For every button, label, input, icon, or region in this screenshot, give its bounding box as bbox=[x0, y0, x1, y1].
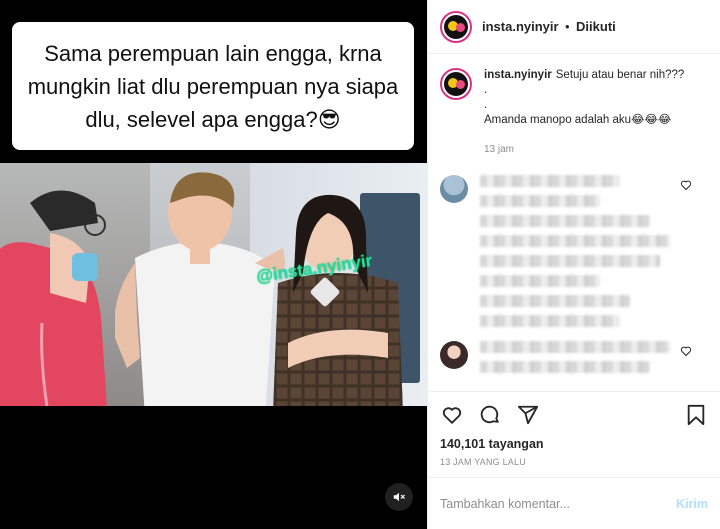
video-caption-box: Sama perempuan lain engga, krna mungkin … bbox=[12, 22, 414, 150]
post-header: insta.nyinyir • Diikuti bbox=[428, 0, 720, 54]
blurred-text bbox=[480, 341, 670, 353]
post-timestamp[interactable]: 13 JAM YANG LALU bbox=[428, 451, 720, 477]
post-caption: insta.nyinyir Setuju atau benar nih??? . … bbox=[440, 68, 708, 157]
comment-like-icon[interactable] bbox=[680, 179, 692, 191]
comment-item bbox=[440, 175, 708, 327]
blurred-comment-content bbox=[480, 341, 708, 373]
post-viewer: Sama perempuan lain engga, krna mungkin … bbox=[0, 0, 720, 529]
author-avatar[interactable] bbox=[440, 10, 472, 43]
person-left-figure bbox=[0, 190, 107, 406]
blurred-text bbox=[480, 195, 600, 207]
blurred-text bbox=[480, 315, 620, 327]
view-count[interactable]: 140,101 tayangan bbox=[428, 437, 720, 451]
heart-icon bbox=[442, 406, 462, 424]
blurred-text bbox=[480, 175, 620, 187]
author-avatar-image bbox=[444, 14, 468, 39]
blurred-comment-content bbox=[480, 175, 708, 327]
comment-like-icon[interactable] bbox=[680, 345, 692, 357]
commenter-avatar[interactable] bbox=[440, 341, 468, 369]
caption-line: Amanda manopo adalah aku😂😂😂 bbox=[484, 114, 672, 126]
following-button[interactable]: Diikuti bbox=[576, 19, 616, 34]
comment-item bbox=[440, 341, 708, 373]
blurred-text bbox=[480, 215, 650, 227]
bookmark-icon bbox=[687, 404, 705, 425]
caption-line: Setuju atau benar nih??? bbox=[555, 69, 685, 81]
share-button[interactable] bbox=[516, 403, 540, 427]
post-comment-button[interactable]: Kirim bbox=[676, 497, 708, 511]
caption-username[interactable]: insta.nyinyir bbox=[484, 69, 552, 81]
person-middle-figure bbox=[115, 172, 285, 406]
caption-author-avatar[interactable] bbox=[440, 68, 472, 100]
comment-input[interactable] bbox=[440, 496, 677, 511]
caption-body: insta.nyinyir Setuju atau benar nih??? . … bbox=[484, 68, 684, 157]
add-comment-bar: Kirim bbox=[428, 477, 720, 529]
caption-line: . bbox=[484, 99, 488, 111]
commenter-avatar[interactable] bbox=[440, 175, 468, 203]
video-player[interactable]: Sama perempuan lain engga, krna mungkin … bbox=[0, 0, 427, 529]
share-icon bbox=[517, 405, 539, 424]
like-button[interactable] bbox=[440, 403, 464, 427]
video-frame: @insta.nyinyir bbox=[0, 163, 427, 406]
save-button[interactable] bbox=[684, 403, 708, 427]
post-actions-bar bbox=[428, 391, 720, 437]
blurred-text bbox=[480, 235, 670, 247]
blurred-text bbox=[480, 361, 650, 373]
header-separator: • bbox=[565, 18, 570, 34]
blurred-text bbox=[480, 275, 600, 287]
blurred-text bbox=[480, 295, 630, 307]
video-caption-text: Sama perempuan lain engga, krna mungkin … bbox=[27, 40, 399, 132]
mute-button[interactable] bbox=[385, 483, 413, 511]
caption-timestamp[interactable]: 13 jam bbox=[484, 142, 684, 157]
caption-author-avatar-image bbox=[444, 72, 468, 96]
comment-button[interactable] bbox=[478, 403, 502, 427]
person-right-figure bbox=[273, 194, 403, 406]
comments-section[interactable]: insta.nyinyir Setuju atau benar nih??? . … bbox=[428, 54, 720, 391]
comment-icon bbox=[480, 405, 499, 423]
speaker-muted-icon bbox=[393, 492, 405, 502]
post-sidebar: insta.nyinyir • Diikuti insta.nyinyir Set… bbox=[427, 0, 720, 529]
author-username[interactable]: insta.nyinyir bbox=[482, 19, 559, 34]
header-meta: insta.nyinyir • Diikuti bbox=[482, 18, 616, 36]
caption-line: . bbox=[484, 84, 488, 96]
blurred-text bbox=[480, 255, 660, 267]
